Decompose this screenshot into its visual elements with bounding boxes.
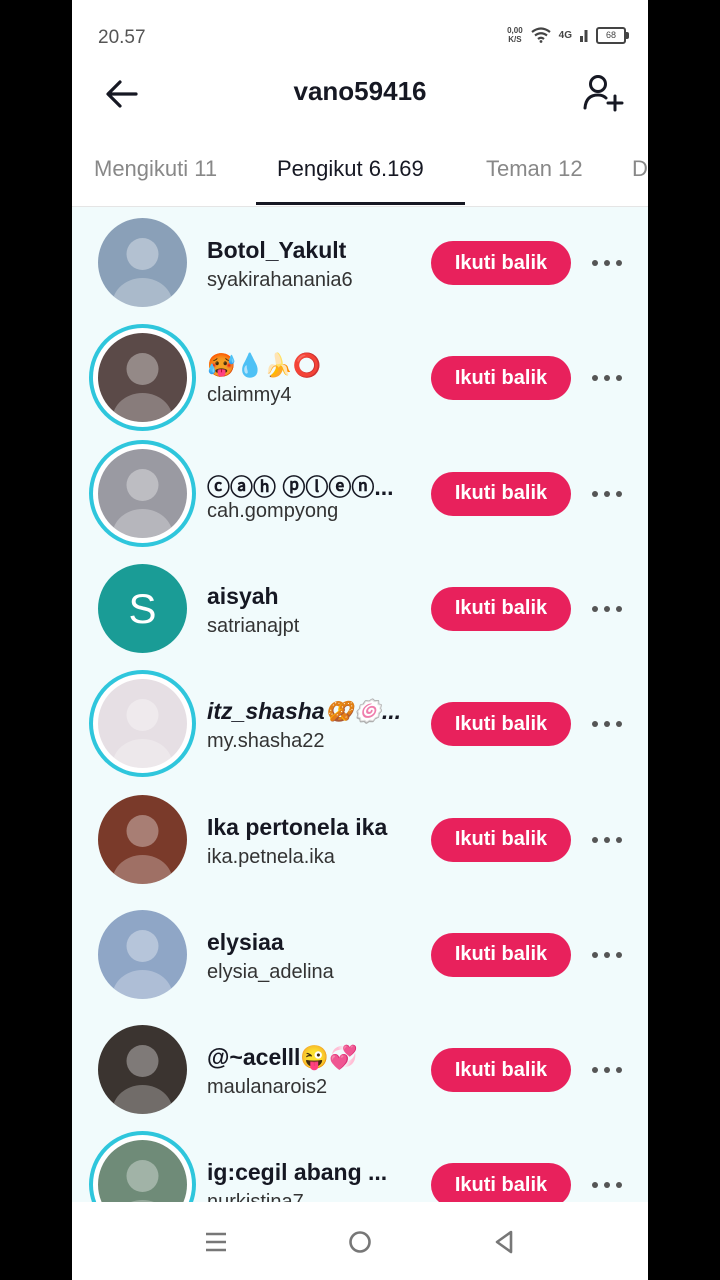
more-options-icon[interactable] (589, 1173, 625, 1197)
follower-row[interactable]: Saisyah satrianajpt Ikuti balik (72, 553, 648, 668)
follow-back-button[interactable]: Ikuti balik (431, 702, 571, 747)
follower-handle: satrianajpt (207, 614, 300, 637)
follower-name: ig:cegil abang ... (207, 1159, 388, 1186)
follower-name: ⓒⓐⓗ ⓟⓛⓔⓝ... (207, 473, 394, 500)
more-options-icon[interactable] (589, 482, 625, 506)
avatar[interactable] (98, 679, 187, 769)
avatar[interactable] (98, 448, 187, 538)
signal-icon (580, 30, 588, 42)
follower-name: 🥵💧🍌⭕ (207, 352, 322, 379)
battery-icon: 68 (596, 26, 629, 44)
more-options-icon[interactable] (589, 1058, 625, 1082)
follower-handle: syakirahanania6 (207, 269, 353, 291)
follow-tabs: Mengikuti 11 Pengikut 6.169 Teman 12 D (72, 140, 648, 207)
more-options-icon[interactable] (589, 943, 625, 967)
more-options-icon[interactable] (589, 712, 625, 736)
follower-row[interactable]: elysiaa elysia_adelina Ikuti balik (72, 899, 648, 1014)
follower-row[interactable]: 🥵💧🍌⭕ claimmy4 Ikuti balik (72, 322, 648, 437)
more-options-icon[interactable] (589, 828, 625, 852)
follower-handle: cah.gompyong (207, 499, 339, 522)
avatar[interactable] (98, 1025, 187, 1115)
avatar[interactable] (98, 333, 187, 423)
avatar[interactable]: S (98, 563, 187, 653)
follower-name: Botol_Yakult (207, 237, 347, 263)
more-options-icon[interactable] (589, 251, 625, 275)
follower-handle: elysia_adelina (207, 960, 334, 983)
avatar[interactable] (98, 218, 187, 307)
active-tab-indicator (256, 202, 465, 205)
avatar[interactable] (98, 909, 187, 999)
status-time: 20.57 (98, 27, 146, 48)
page-title: vano59416 (293, 76, 427, 106)
follow-back-button[interactable]: Ikuti balik (431, 932, 571, 977)
tab-followers[interactable]: Pengikut 6.169 (277, 156, 424, 182)
follower-row[interactable]: ig:cegil abang ... nurkistina7 Ikuti balik (72, 1129, 648, 1202)
tab-following[interactable]: Mengikuti 11 (94, 156, 217, 182)
add-user-icon[interactable] (582, 72, 624, 114)
status-icons: 0,00 K/S 4G 68 (507, 26, 629, 44)
follower-handle: maulanarois2 (207, 1076, 328, 1099)
more-options-icon[interactable] (589, 366, 625, 390)
back-triangle-icon[interactable] (484, 1222, 524, 1262)
follow-back-button[interactable]: Ikuti balik (431, 817, 571, 862)
follower-name: itz_shasha🥨🍥... (207, 698, 402, 725)
system-nav-bar (72, 1202, 648, 1280)
follower-handle: my.shasha22 (207, 730, 325, 753)
follow-back-button[interactable]: Ikuti balik (431, 1163, 571, 1202)
tab-friends[interactable]: Teman 12 (486, 156, 583, 182)
wifi-icon (530, 27, 551, 43)
avatar[interactable] (98, 1140, 187, 1202)
follower-handle: claimmy4 (207, 384, 292, 407)
more-options-icon[interactable] (589, 597, 625, 621)
follower-name: elysiaa (207, 928, 284, 955)
follower-row[interactable]: @~acelll😜💞 maulanarois2 Ikuti balik (72, 1014, 648, 1129)
follower-row[interactable]: Ika pertonela ika ika.petnela.ika Ikuti ba… (72, 784, 648, 899)
follow-back-button[interactable]: Ikuti balik (431, 1048, 571, 1093)
follower-row[interactable]: ⓒⓐⓗ ⓟⓛⓔⓝ... cah.gompyong Ikuti balik (72, 438, 648, 553)
home-icon[interactable] (340, 1222, 380, 1262)
follower-handle: nurkistina7 (207, 1191, 304, 1202)
tab-more[interactable]: D (632, 156, 648, 182)
follower-name: @~acelll😜💞 (207, 1044, 358, 1071)
status-bar: 20.57 0,00 K/S 4G 68 (72, 0, 648, 60)
follow-back-button[interactable]: Ikuti balik (431, 586, 571, 631)
avatar-initial: S (128, 585, 156, 632)
follower-handle: ika.petnela.ika (207, 845, 335, 868)
follower-row[interactable]: itz_shasha🥨🍥... my.shasha22 Ikuti balik (72, 668, 648, 783)
avatar[interactable] (98, 794, 187, 884)
followers-list[interactable]: Botol_Yakult syakirahanania6 Ikuti balik 🥵💧… (72, 207, 648, 1202)
follow-back-button[interactable]: Ikuti balik (431, 471, 571, 516)
network-type: 4G (558, 29, 572, 41)
header: vano59416 (72, 60, 648, 126)
screen: 20.57 0,00 K/S 4G 68 vano59416 Mengikuti… (72, 0, 648, 1280)
follower-name: aisyah (207, 582, 279, 609)
network-speed: 0,00 K/S (507, 26, 523, 44)
menu-icon[interactable] (196, 1222, 236, 1262)
follow-back-button[interactable]: Ikuti balik (431, 241, 571, 285)
follower-name: Ika pertonela ika (207, 813, 388, 840)
follower-row[interactable]: Botol_Yakult syakirahanania6 Ikuti balik (72, 207, 648, 322)
follow-back-button[interactable]: Ikuti balik (431, 356, 571, 401)
